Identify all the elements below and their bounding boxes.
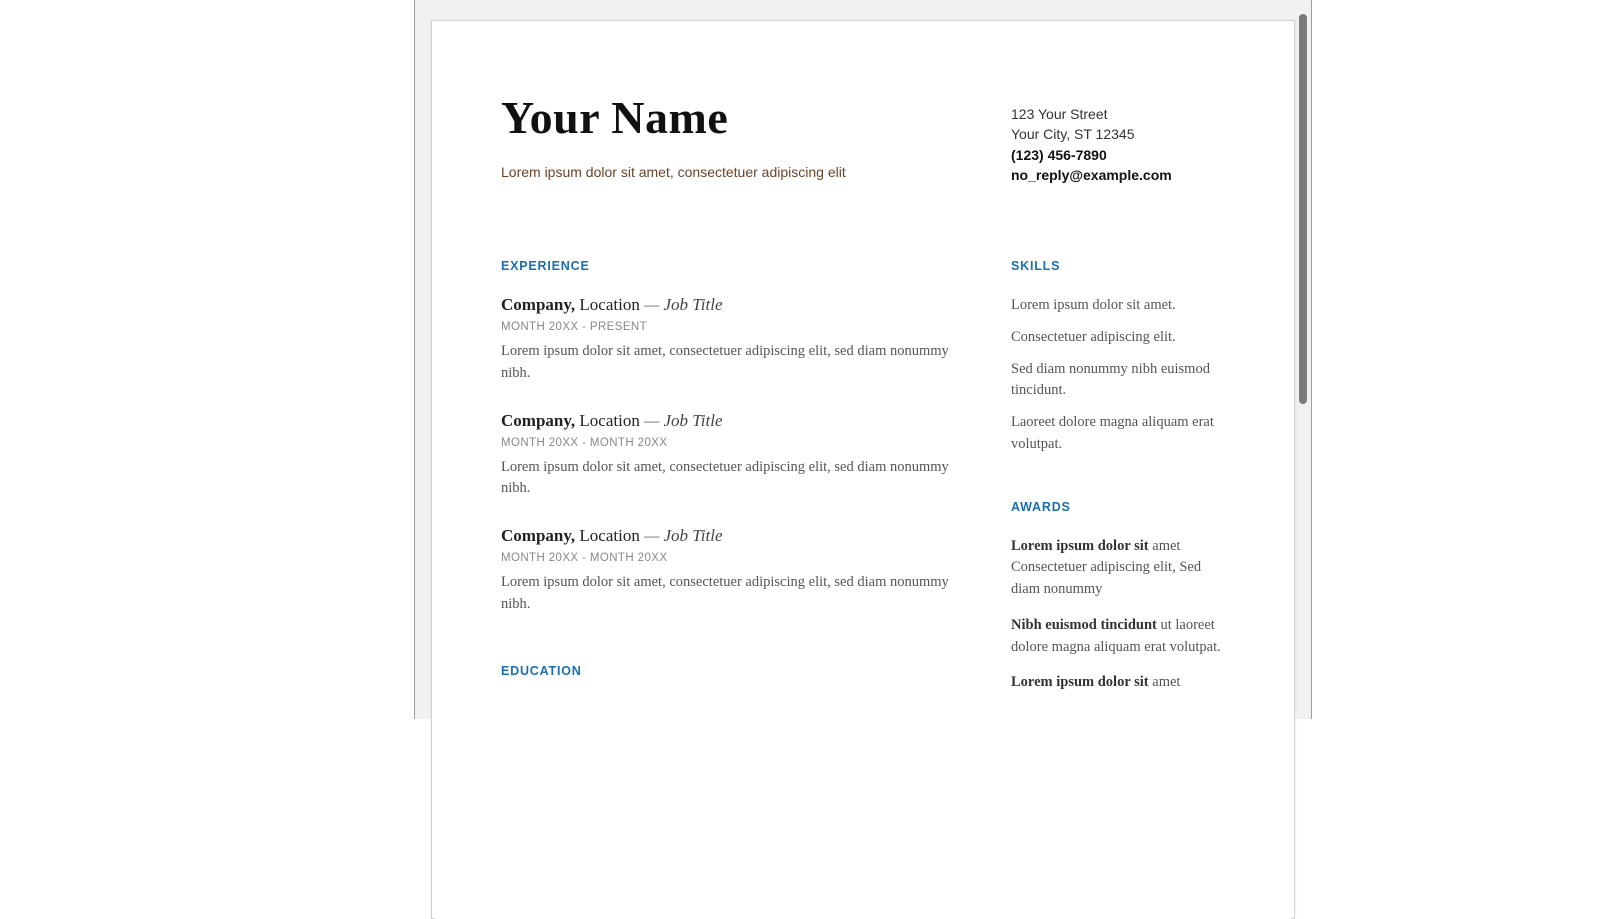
contact-city: Your City, ST 12345	[1011, 124, 1231, 144]
job-location: Location	[579, 295, 639, 314]
job-dates: MONTH 20XX - MONTH 20XX	[501, 552, 955, 564]
content-columns: EXPERIENCE Company, Location — Job Title…	[501, 259, 1231, 708]
experience-item[interactable]: Company, Location — Job Title MONTH 20XX…	[501, 295, 955, 385]
award-item[interactable]: Nibh euismod tincidunt ut laoreet dolore…	[1011, 615, 1231, 659]
tagline[interactable]: Lorem ipsum dolor sit amet, consectetuer…	[501, 164, 955, 180]
contact-email: no_reply@example.com	[1011, 165, 1231, 185]
job-company: Company,	[501, 411, 575, 430]
header-row: Your Name Lorem ipsum dolor sit amet, co…	[501, 94, 1231, 185]
document-viewport: Your Name Lorem ipsum dolor sit amet, co…	[414, 0, 1312, 719]
main-column: EXPERIENCE Company, Location — Job Title…	[501, 259, 955, 708]
job-body: Lorem ipsum dolor sit amet, consectetuer…	[501, 572, 955, 616]
job-title-line: Company, Location — Job Title	[501, 295, 955, 315]
award-lead: Lorem ipsum dolor sit	[1011, 538, 1149, 554]
job-role: Job Title	[663, 526, 722, 545]
experience-heading[interactable]: EXPERIENCE	[501, 259, 955, 273]
scrollbar-thumb[interactable]	[1299, 14, 1307, 404]
award-lead: Nibh euismod tincidunt	[1011, 617, 1157, 633]
header-left: Your Name Lorem ipsum dolor sit amet, co…	[501, 94, 955, 180]
skill-line[interactable]: Lorem ipsum dolor sit amet.	[1011, 295, 1231, 317]
job-separator: —	[644, 526, 663, 545]
skills-heading[interactable]: SKILLS	[1011, 259, 1231, 273]
job-location: Location	[579, 526, 639, 545]
side-column: SKILLS Lorem ipsum dolor sit amet. Conse…	[1011, 259, 1231, 708]
job-dates: MONTH 20XX - MONTH 20XX	[501, 437, 955, 449]
award-rest: amet	[1149, 674, 1181, 690]
award-lead: Lorem ipsum dolor sit	[1011, 674, 1149, 690]
job-dates: MONTH 20XX - PRESENT	[501, 321, 955, 333]
skill-line[interactable]: Laoreet dolore magna aliquam erat volutp…	[1011, 412, 1231, 456]
job-role: Job Title	[663, 411, 722, 430]
job-location: Location	[579, 411, 639, 430]
contact-street: 123 Your Street	[1011, 104, 1231, 124]
awards-heading[interactable]: AWARDS	[1011, 500, 1231, 514]
contact-phone: (123) 456-7890	[1011, 145, 1231, 165]
applicant-name[interactable]: Your Name	[501, 94, 955, 142]
job-separator: —	[644, 411, 663, 430]
skill-line[interactable]: Sed diam nonummy nibh euismod tincidunt.	[1011, 359, 1231, 403]
job-title-line: Company, Location — Job Title	[501, 526, 955, 546]
job-role: Job Title	[663, 295, 722, 314]
job-body: Lorem ipsum dolor sit amet, consectetuer…	[501, 341, 955, 385]
award-item[interactable]: Lorem ipsum dolor sit amet Consectetuer …	[1011, 536, 1231, 601]
job-title-line: Company, Location — Job Title	[501, 411, 955, 431]
job-company: Company,	[501, 526, 575, 545]
skill-line[interactable]: Consectetuer adipiscing elit.	[1011, 327, 1231, 349]
job-company: Company,	[501, 295, 575, 314]
experience-item[interactable]: Company, Location — Job Title MONTH 20XX…	[501, 526, 955, 616]
job-separator: —	[644, 295, 663, 314]
experience-item[interactable]: Company, Location — Job Title MONTH 20XX…	[501, 411, 955, 501]
job-body: Lorem ipsum dolor sit amet, consectetuer…	[501, 457, 955, 501]
award-item[interactable]: Lorem ipsum dolor sit amet	[1011, 672, 1231, 694]
education-heading[interactable]: EDUCATION	[501, 664, 955, 678]
resume-page[interactable]: Your Name Lorem ipsum dolor sit amet, co…	[435, 24, 1291, 919]
contact-block[interactable]: 123 Your Street Your City, ST 12345 (123…	[1011, 94, 1231, 185]
